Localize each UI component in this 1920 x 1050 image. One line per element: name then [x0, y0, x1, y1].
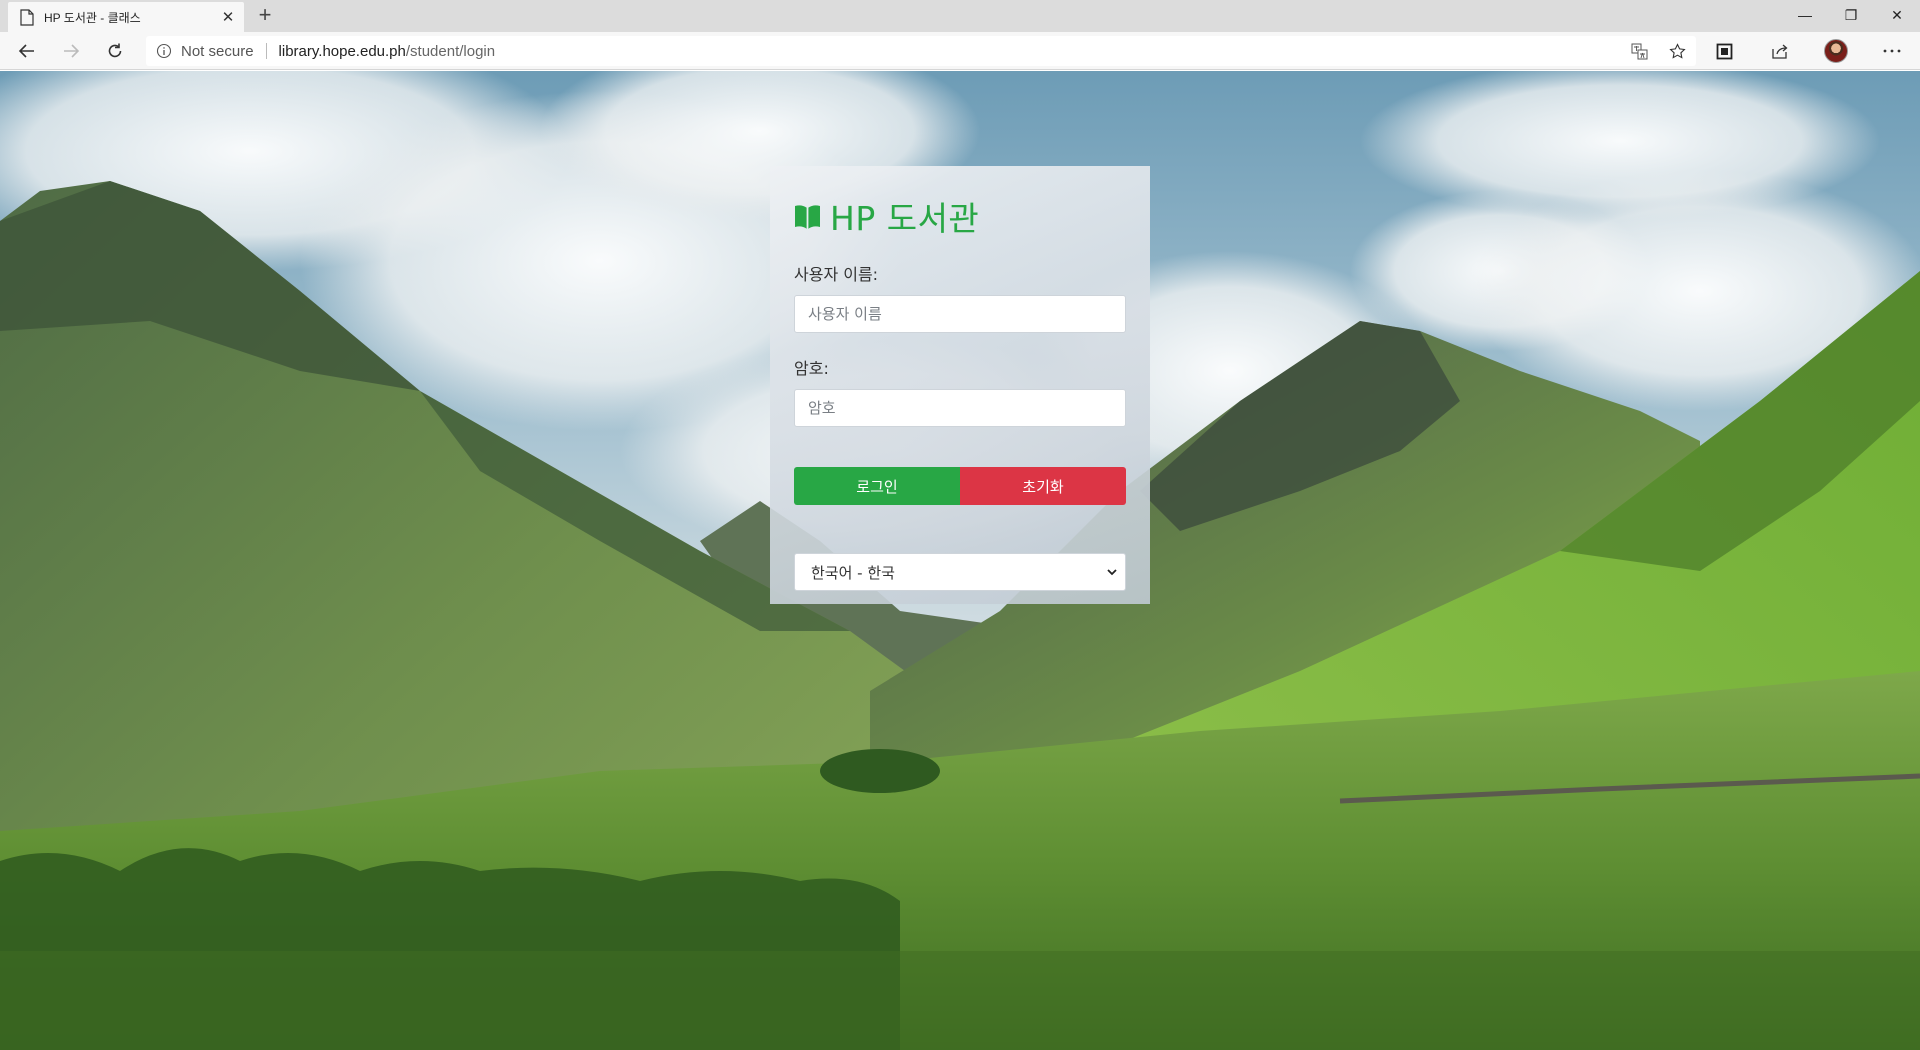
- tab-title: HP 도서관 - 클래스: [44, 10, 141, 25]
- language-selected-value: 한국어 - 한국: [811, 563, 895, 582]
- share-button[interactable]: [1752, 36, 1808, 66]
- language-select[interactable]: 한국어 - 한국: [794, 553, 1126, 591]
- chevron-down-icon: [1107, 568, 1117, 575]
- url-path: /student/login: [405, 42, 496, 60]
- refresh-icon: [108, 43, 122, 58]
- security-status[interactable]: Not secure: [181, 43, 254, 60]
- reset-button[interactable]: 초기화: [960, 467, 1126, 505]
- share-icon: [1772, 44, 1788, 59]
- login-button[interactable]: 로그인: [794, 467, 960, 505]
- tab-close-icon[interactable]: ✕: [220, 8, 236, 26]
- username-input[interactable]: [794, 295, 1126, 333]
- reading-view-icon: [1716, 43, 1732, 59]
- browser-tab[interactable]: HP 도서관 - 클래스 ✕: [8, 2, 244, 32]
- page-viewport: HP 도서관 사용자 이름: 암호: 로그인 초기화 한국어 - 한국: [0, 71, 1920, 1050]
- profile-button[interactable]: [1808, 36, 1864, 66]
- new-tab-button[interactable]: +: [252, 4, 278, 28]
- info-icon[interactable]: [156, 43, 172, 59]
- login-card: HP 도서관 사용자 이름: 암호: 로그인 초기화 한국어 - 한국: [770, 166, 1150, 604]
- address-bar-actions: [1620, 36, 1696, 66]
- book-icon: [795, 204, 820, 229]
- profile-avatar: [1824, 39, 1848, 63]
- reading-view-button[interactable]: [1696, 36, 1752, 66]
- more-icon: [1883, 49, 1901, 53]
- username-label: 사용자 이름:: [794, 265, 879, 284]
- maximize-button[interactable]: ❐: [1828, 0, 1874, 30]
- address-divider: [265, 43, 267, 59]
- page-icon: [20, 8, 34, 26]
- back-icon: [18, 44, 34, 58]
- forward-button[interactable]: [56, 36, 86, 66]
- minimize-button[interactable]: —: [1782, 0, 1828, 30]
- brand-title: HP 도서관: [830, 199, 980, 238]
- back-button[interactable]: [12, 36, 42, 66]
- button-group: 로그인 초기화: [794, 467, 1126, 505]
- brand-header: HP 도서관: [794, 196, 1126, 238]
- favorite-star-icon: [1668, 42, 1686, 59]
- favorite-button[interactable]: [1658, 42, 1696, 60]
- toolbar-actions: [1696, 36, 1920, 66]
- window-controls: — ❐ ✕: [1782, 0, 1920, 32]
- refresh-button[interactable]: [100, 36, 130, 66]
- more-button[interactable]: [1864, 36, 1920, 66]
- browser-toolbar: Not secure library.hope.edu.ph/student/l…: [0, 32, 1920, 70]
- password-label: 암호:: [794, 359, 829, 378]
- url-host: library.hope.edu.ph: [278, 42, 406, 60]
- address-bar[interactable]: Not secure library.hope.edu.ph/student/l…: [146, 36, 1696, 66]
- close-window-button[interactable]: ✕: [1874, 0, 1920, 30]
- browser-tab-bar: HP 도서관 - 클래스 ✕ + — ❐ ✕: [0, 0, 1920, 32]
- translate-button[interactable]: [1620, 43, 1658, 60]
- forward-icon: [64, 44, 80, 58]
- translate-icon: [1631, 43, 1647, 59]
- password-input[interactable]: [794, 389, 1126, 427]
